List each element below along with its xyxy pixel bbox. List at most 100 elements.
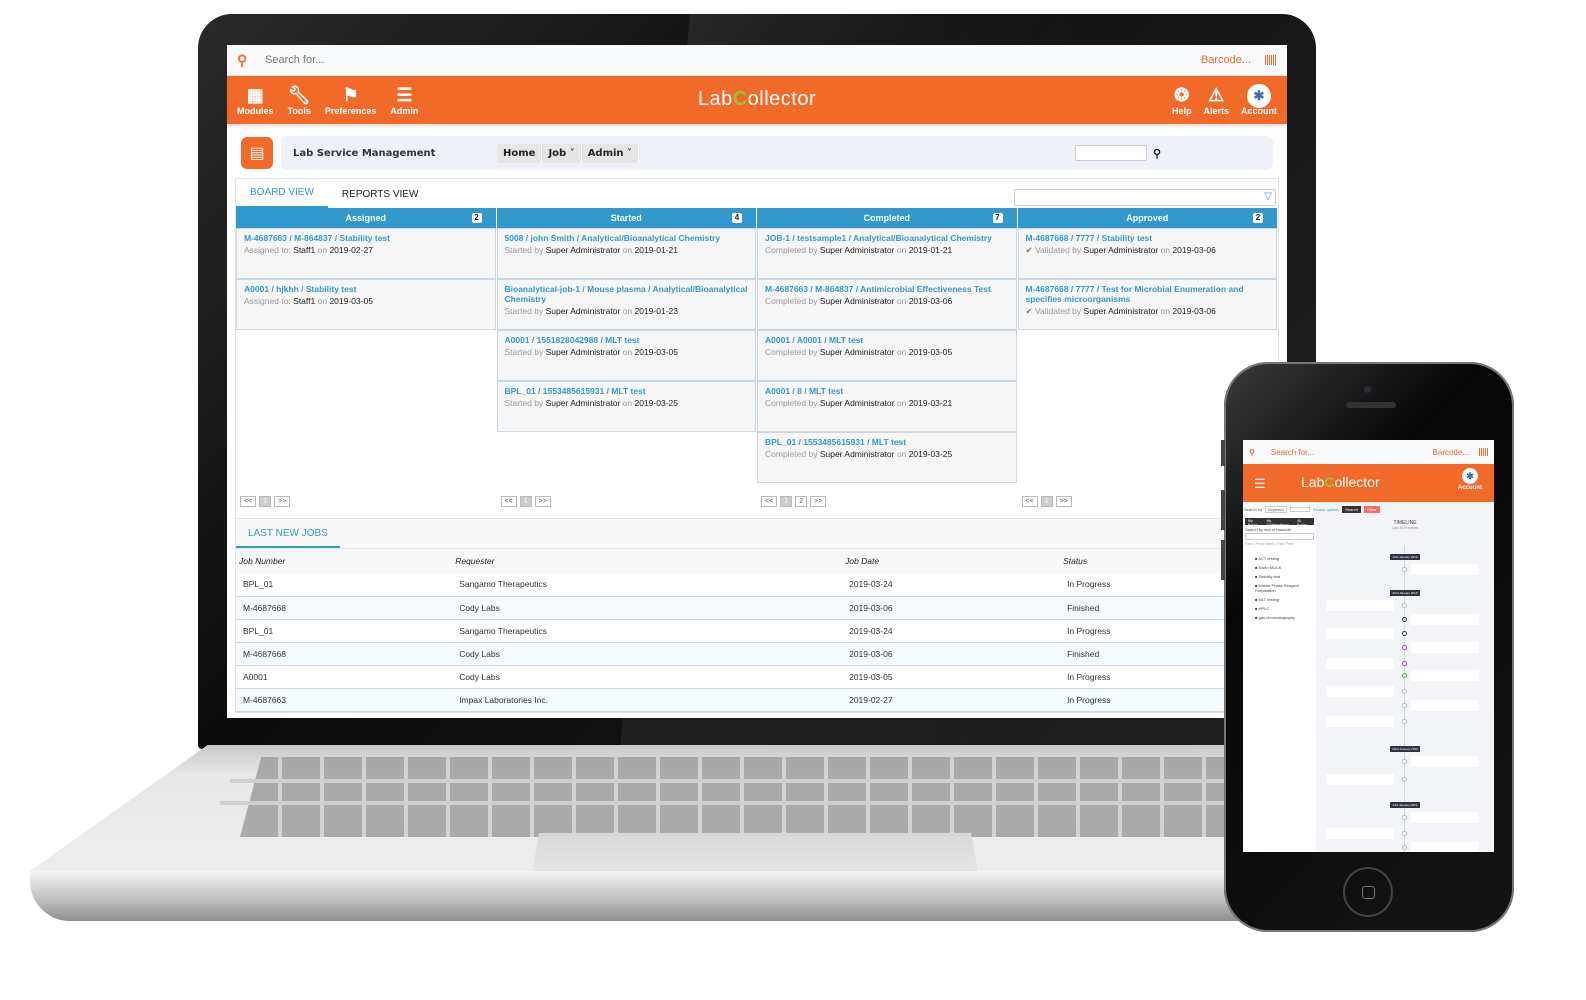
barcode-icon[interactable] <box>1265 55 1277 65</box>
tab-last-new-jobs[interactable]: LAST NEW JOBS <box>236 519 340 548</box>
pager-button[interactable]: 1 <box>519 496 532 507</box>
book-tree-item[interactable]: ■ Mobile Phase Reagent Preparation <box>1245 581 1314 595</box>
job-card-title[interactable]: BPL_01 / 1553485615931 / MLT test <box>505 386 749 396</box>
timeline-event-card[interactable] <box>1326 716 1394 727</box>
job-card[interactable]: BPL_01 / 1553485615931 / MLT test Complet… <box>757 432 1017 483</box>
global-search-input[interactable] <box>265 54 1201 66</box>
side-search-input[interactable] <box>1245 533 1314 540</box>
search-icon[interactable]: ⚲ <box>1249 448 1255 457</box>
phone-search-input[interactable]: Search for... <box>1271 448 1433 457</box>
job-card-title[interactable]: A0001 / 1551828042988 / MLT test <box>505 335 749 345</box>
module-search-input[interactable] <box>1074 145 1147 161</box>
keyword-select[interactable]: Keyword <box>1265 506 1287 513</box>
timeline-event-card[interactable] <box>1411 812 1479 823</box>
pager-button[interactable]: >> <box>1055 496 1072 507</box>
timeline-event-card[interactable] <box>1326 628 1394 639</box>
search-options-link[interactable]: Search options <box>1313 507 1340 512</box>
nav-alerts[interactable]: ⚠ Alerts <box>1203 84 1229 116</box>
pager-button[interactable]: 2 <box>795 496 807 507</box>
labcollector-logo[interactable]: LabCollector <box>698 88 816 111</box>
table-row[interactable]: M-4687668 Cody Labs 2019-03-06 Finished <box>236 642 1278 666</box>
pager-button[interactable]: << <box>761 496 778 507</box>
job-card[interactable]: Bioanalytical-job-1 / Mouse plasma / Ana… <box>496 279 756 330</box>
search-button[interactable]: Search <box>1342 506 1361 513</box>
table-row[interactable]: BPL_01 Sangamo Therapeutics 2019-03-24 In P… <box>236 573 1278 597</box>
pager-button[interactable]: >> <box>274 496 291 507</box>
nav-preferences[interactable]: ⚑ Preferences <box>325 84 377 116</box>
tab-reports-view[interactable]: REPORTS VIEW <box>328 181 433 208</box>
book-tree-item[interactable]: ■ Murin MUCK <box>1245 563 1314 572</box>
timeline-event-card[interactable] <box>1326 658 1394 669</box>
phone-home-button[interactable] <box>1343 867 1393 917</box>
hamburger-menu-icon[interactable]: ☰ <box>1254 476 1266 492</box>
col-job-number[interactable]: Job Number <box>236 548 453 573</box>
nav-admin[interactable]: ☰ Admin <box>390 84 418 116</box>
barcode-icon[interactable] <box>1479 448 1488 456</box>
tab-all-books[interactable]: All Books <box>1297 519 1311 527</box>
nav-modules[interactable]: ▦ Modules <box>237 84 274 116</box>
book-tree-item[interactable]: ■ Stability test <box>1245 572 1314 581</box>
job-card-title[interactable]: M-4687663 / M-864837 / Stability test <box>244 233 488 243</box>
tab-my-books[interactable]: My Books <box>1248 519 1263 527</box>
nav-account[interactable]: ✱ Account <box>1241 84 1277 116</box>
timeline-event-card[interactable] <box>1326 828 1394 839</box>
timeline-event-card[interactable] <box>1411 564 1479 575</box>
timeline-event-card[interactable] <box>1411 670 1479 681</box>
menu-job[interactable]: Job ˅ <box>542 143 582 163</box>
pager-button[interactable]: >> <box>810 496 827 507</box>
job-card[interactable]: A0001 / 8 / MLT test Completed by Super A… <box>757 381 1017 432</box>
pager-button[interactable]: 1 <box>1040 496 1053 507</box>
menu-admin[interactable]: Admin ˅ <box>581 143 640 163</box>
job-card-title[interactable]: 5008 / john Smith / Analytical/Bioanalyt… <box>505 233 749 243</box>
phone-account-button[interactable]: ✱ Account <box>1458 468 1482 491</box>
job-card-title[interactable]: A0001 / A0001 / MLT test <box>765 335 1009 345</box>
job-card-title[interactable]: Bioanalytical-job-1 / Mouse plasma / Ana… <box>505 284 749 304</box>
table-row[interactable]: M-4687663 Impax Laboratories Inc. 2019-02-… <box>236 688 1278 712</box>
job-card-title[interactable]: A0001 / 8 / MLT test <box>765 386 1009 396</box>
timeline-event-card[interactable] <box>1411 700 1479 711</box>
job-card[interactable]: 5008 / john Smith / Analytical/Bioanalyt… <box>496 228 756 279</box>
timeline-event-card[interactable] <box>1411 842 1479 852</box>
labcollector-logo[interactable]: LabCollector <box>1301 474 1380 490</box>
job-card[interactable]: A0001 / 1551828042988 / MLT test Started … <box>496 330 756 381</box>
nav-help[interactable]: ❂ Help <box>1172 84 1192 116</box>
timeline-event-card[interactable] <box>1326 774 1394 785</box>
job-card[interactable]: M-4687668 / 7777 / Test for Microbial En… <box>1017 279 1277 330</box>
barcode-input[interactable]: Barcode... <box>1201 54 1251 66</box>
job-card[interactable]: BPL_01 / 1553485615931 / MLT test Started… <box>496 381 756 432</box>
table-row[interactable]: A0001 Cody Labs 2019-03-05 In Progress <box>236 665 1278 689</box>
table-row[interactable]: M-4687668 Cody Labs 2019-03-06 Finished <box>236 596 1278 620</box>
search-icon[interactable]: ⚲ <box>237 52 265 69</box>
job-card-title[interactable]: A0001 / hjkhh / Stability test <box>244 284 488 294</box>
timeline-event-card[interactable] <box>1326 600 1394 611</box>
job-card[interactable]: A0001 / hjkhh / Stability test Assigned t… <box>236 279 496 330</box>
timeline-event-card[interactable] <box>1411 642 1479 653</box>
filter-icon[interactable]: ▽ <box>1264 191 1272 202</box>
board-filter-input[interactable]: ▽ <box>1014 189 1276 206</box>
job-card-title[interactable]: M-4687668 / 7777 / Test for Microbial En… <box>1026 284 1270 304</box>
pager-button[interactable]: 1 <box>259 496 272 507</box>
job-card[interactable]: JOB-1 / testsample1 / Analytical/Bioanal… <box>757 228 1017 279</box>
book-tree-item[interactable]: ■ HPLC <box>1245 604 1314 613</box>
clear-button[interactable]: Clear <box>1363 506 1380 513</box>
menu-home[interactable]: Home <box>497 143 543 163</box>
col-requester[interactable]: Requester <box>452 548 843 573</box>
job-card[interactable]: M-4687668 / 7777 / Stability test ✔ Valid… <box>1017 228 1277 279</box>
timeline-event-card[interactable] <box>1326 686 1394 697</box>
pager-button[interactable]: >> <box>534 496 551 507</box>
keyword-input[interactable] <box>1289 507 1310 512</box>
nav-tools[interactable]: 🔧︎ Tools <box>288 84 311 116</box>
job-card[interactable]: M-4687663 / M-864837 / Antimicrobial Eff… <box>757 279 1017 330</box>
side-find-links[interactable]: Find | Find Next | Find Prev <box>1245 541 1314 546</box>
pager-button[interactable]: 1 <box>780 496 793 507</box>
table-row[interactable]: BPL_01 Sangamo Therapeutics 2019-03-24 In P… <box>236 619 1278 643</box>
timeline-event-card[interactable] <box>1411 756 1479 767</box>
job-card[interactable]: A0001 / A0001 / MLT test Completed by Sup… <box>757 330 1017 381</box>
timeline-event-card[interactable] <box>1411 614 1479 625</box>
job-card-title[interactable]: M-4687668 / 7777 / Stability test <box>1026 233 1270 243</box>
job-card-title[interactable]: BPL_01 / 1553485615931 / MLT test <box>765 437 1009 447</box>
pager-button[interactable]: << <box>500 496 517 507</box>
job-card-title[interactable]: M-4687663 / M-864837 / Antimicrobial Eff… <box>765 284 1009 294</box>
book-tree-item[interactable]: ■ ACT testing <box>1245 554 1314 563</box>
book-tree-item[interactable]: ■ MLT testing <box>1245 595 1314 604</box>
